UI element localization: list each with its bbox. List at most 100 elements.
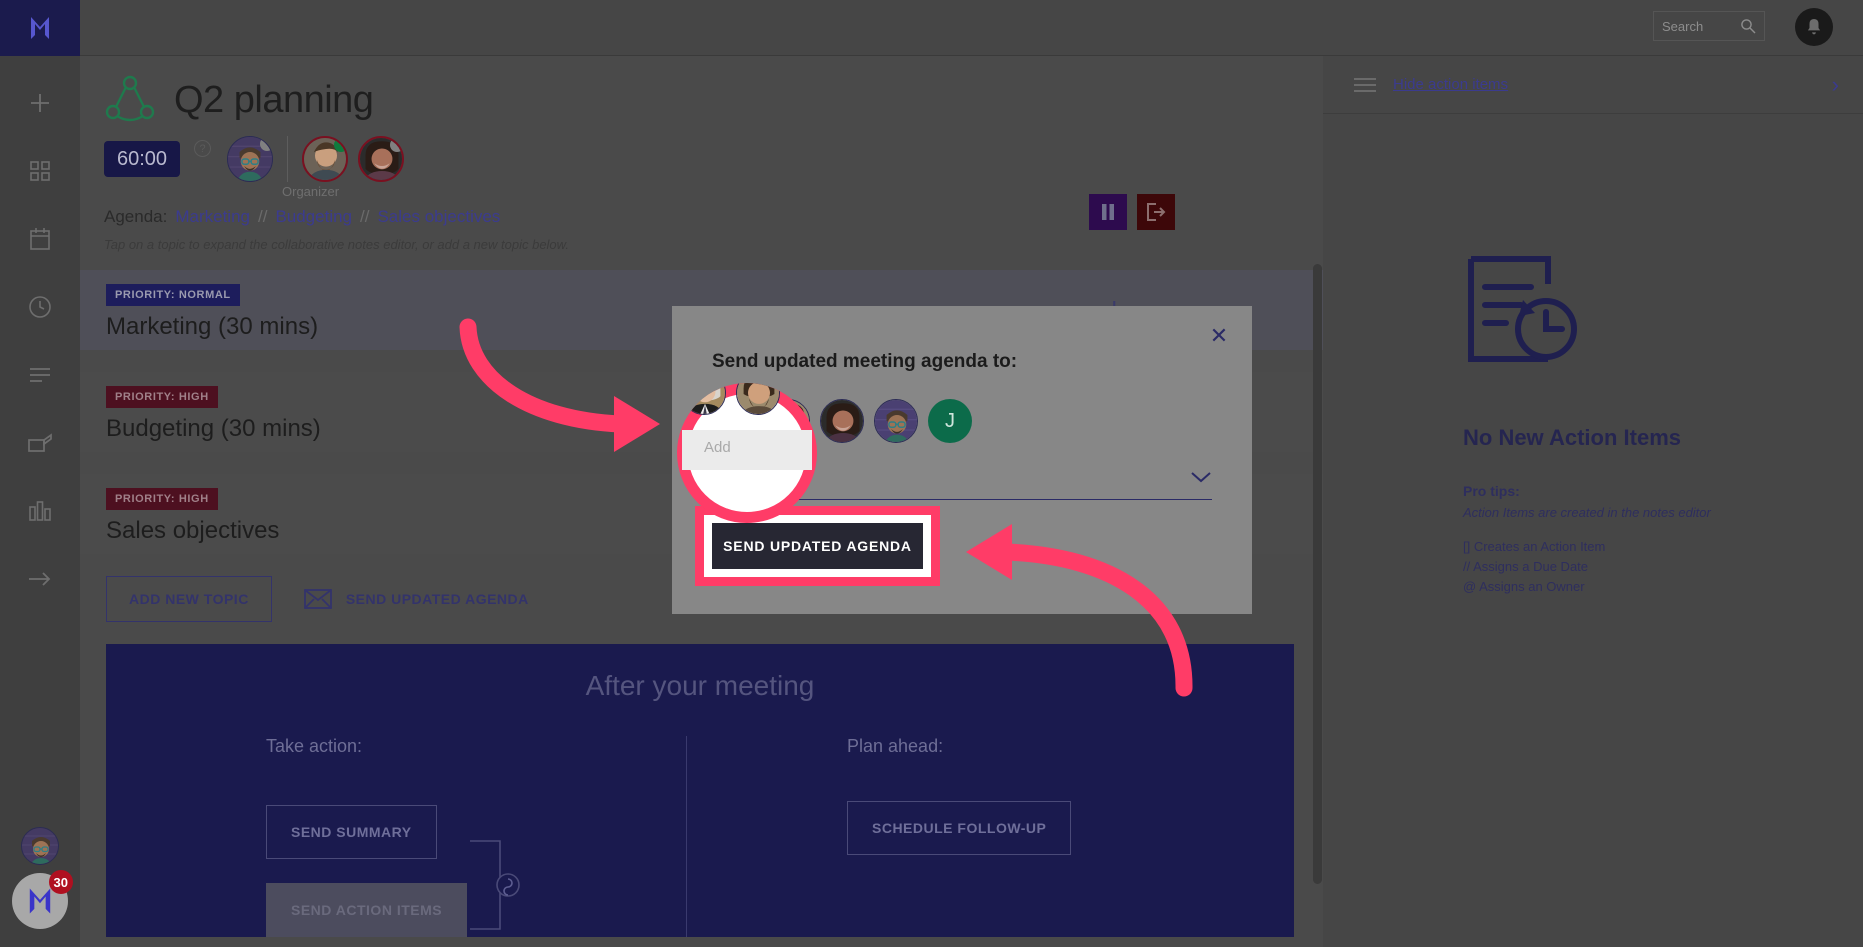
sidebar-item-notes[interactable] <box>19 354 61 396</box>
avatar-illustration-icon <box>22 828 58 864</box>
hide-action-items-link[interactable]: Hide action items <box>1393 76 1508 93</box>
priority-badge: PRIORITY: HIGH <box>106 488 218 510</box>
avatar-illustration-icon <box>875 400 917 442</box>
plus-icon <box>31 94 49 112</box>
avatar-photo-icon <box>821 400 863 442</box>
participant-avatar-1[interactable] <box>227 136 273 182</box>
agenda-separator: // <box>257 207 268 226</box>
send-button-inner-frame: SEND UPDATED AGENDA <box>704 515 931 577</box>
exit-meeting-button[interactable] <box>1137 194 1175 230</box>
meeting-timer[interactable]: 60:00 <box>104 141 180 177</box>
plan-ahead-label: Plan ahead: <box>847 736 944 756</box>
sidebar-item-calendar[interactable] <box>19 218 61 260</box>
pause-icon <box>1102 204 1114 220</box>
main-scrollbar[interactable] <box>1313 264 1322 884</box>
add-new-topic-button[interactable]: ADD NEW TOPIC <box>106 576 272 622</box>
sidebar-item-add[interactable] <box>19 82 61 124</box>
meeting-controls-row: 60:00 ? <box>104 136 1323 182</box>
sidebar-item-collapse[interactable] <box>19 558 61 600</box>
search-input[interactable]: Search <box>1653 11 1765 41</box>
top-bar: Search <box>80 0 1863 56</box>
agenda-link-marketing[interactable]: Marketing <box>175 207 250 227</box>
agenda-separator: // <box>360 207 370 226</box>
action-items-panel: Hide action items › No New Action Items … <box>1323 56 1863 947</box>
avatar-photo-icon <box>683 383 725 414</box>
rail-footer: 30 <box>0 827 80 929</box>
agenda-link-budgeting[interactable]: Budgeting <box>275 207 352 227</box>
halo-add-placeholder: Add <box>704 439 731 456</box>
meeting-action-buttons <box>1089 194 1175 230</box>
question-icon[interactable]: ? <box>194 140 211 157</box>
send-summary-button[interactable]: SEND SUMMARY <box>266 805 437 859</box>
participant-avatar-3[interactable] <box>358 136 404 182</box>
chevron-down-icon <box>1190 468 1212 489</box>
after-meeting-body: Take action: SEND SUMMARY SEND ACTION IT… <box>106 736 1294 937</box>
divider <box>287 136 288 182</box>
brace-connector-icon <box>470 840 520 930</box>
sidebar-item-analytics[interactable] <box>19 490 61 532</box>
modal-send-updated-agenda-button[interactable]: SEND UPDATED AGENDA <box>712 523 923 569</box>
search-placeholder: Search <box>1662 18 1704 34</box>
clock-icon <box>29 296 51 318</box>
agenda-label: Agenda: <box>104 207 168 226</box>
priority-badge: PRIORITY: HIGH <box>106 386 218 408</box>
app-logo[interactable] <box>0 0 80 56</box>
action-items-empty-state: No New Action Items Pro tips: Action Ite… <box>1323 114 1863 597</box>
exit-icon <box>1147 203 1166 221</box>
modal-title: Send updated meeting agenda to: <box>712 351 1018 372</box>
recipient-avatar-3[interactable] <box>820 399 864 443</box>
sidebar-item-history[interactable] <box>19 286 61 328</box>
search-icon <box>1741 19 1756 34</box>
rail-nav <box>19 82 61 600</box>
arrow-right-icon <box>29 572 51 586</box>
send-updated-agenda-link[interactable]: SEND UPDATED AGENDA <box>303 587 529 611</box>
document-clock-icon <box>1468 256 1577 362</box>
notifications-button[interactable] <box>1795 8 1833 46</box>
current-user-avatar[interactable] <box>21 827 59 865</box>
grid-icon <box>30 161 50 181</box>
calendar-icon <box>30 228 50 250</box>
recipient-avatar-4[interactable] <box>874 399 918 443</box>
halo-add-field: Add <box>682 430 812 470</box>
close-icon[interactable]: ✕ <box>1208 325 1230 348</box>
take-action-column: Take action: SEND SUMMARY SEND ACTION IT… <box>106 736 686 937</box>
presence-dot <box>260 137 272 151</box>
pro-tip-1: [] Creates an Action Item <box>1463 538 1606 554</box>
send-action-items-button[interactable]: SEND ACTION ITEMS <box>266 883 468 937</box>
list-icon <box>30 368 50 382</box>
bell-icon <box>1807 19 1821 35</box>
page-title: Q2 planning <box>174 78 374 121</box>
agenda-hint: Tap on a topic to expand the collaborati… <box>104 237 569 252</box>
take-action-label: Take action: <box>266 736 363 756</box>
notification-count-badge: 30 <box>48 870 73 894</box>
after-meeting-section: After your meeting Take action: SEND SUM… <box>106 644 1294 937</box>
recipient-avatar-5[interactable]: J <box>928 399 972 443</box>
presence-dot <box>334 138 346 152</box>
pro-tips: Pro tips: Action Items are created in th… <box>1463 481 1863 597</box>
agenda-link-sales-objectives[interactable]: Sales objectives <box>377 207 500 227</box>
camera-icon <box>28 433 52 452</box>
highlighted-recipient-avatar-2[interactable] <box>736 383 780 415</box>
chevron-right-icon[interactable]: › <box>1832 72 1839 98</box>
action-items-panel-header: Hide action items › <box>1323 56 1863 114</box>
schedule-followup-button[interactable]: SCHEDULE FOLLOW-UP <box>847 801 1072 855</box>
macro-floating-button[interactable]: 30 <box>12 870 73 929</box>
chevron-down-glyph <box>1191 472 1211 483</box>
presence-dot <box>390 138 402 152</box>
pro-tip-3: @ Assigns an Owner <box>1463 579 1585 595</box>
empty-state-title: No New Action Items <box>1463 425 1681 450</box>
send-updated-agenda-label: SEND UPDATED AGENDA <box>345 591 529 607</box>
sidebar-item-dashboard[interactable] <box>19 150 61 192</box>
halo-avatar-row <box>682 383 780 415</box>
halo-inner: Add <box>677 383 817 523</box>
highlighted-recipient-avatar-1[interactable] <box>682 383 726 415</box>
participant-avatar-2-organizer[interactable] <box>302 136 348 182</box>
recipient-avatars-highlight-content: Add <box>677 383 817 523</box>
plan-ahead-column: Plan ahead: SCHEDULE FOLLOW-UP <box>686 736 1294 937</box>
sidebar-item-recordings[interactable] <box>19 422 61 464</box>
meeting-title-row: Q2 planning <box>104 74 1323 126</box>
avatar-photo-icon <box>737 383 779 414</box>
envelope-icon <box>303 589 332 609</box>
pause-meeting-button[interactable] <box>1089 194 1127 230</box>
pro-tips-label: Pro tips: <box>1463 483 1520 499</box>
